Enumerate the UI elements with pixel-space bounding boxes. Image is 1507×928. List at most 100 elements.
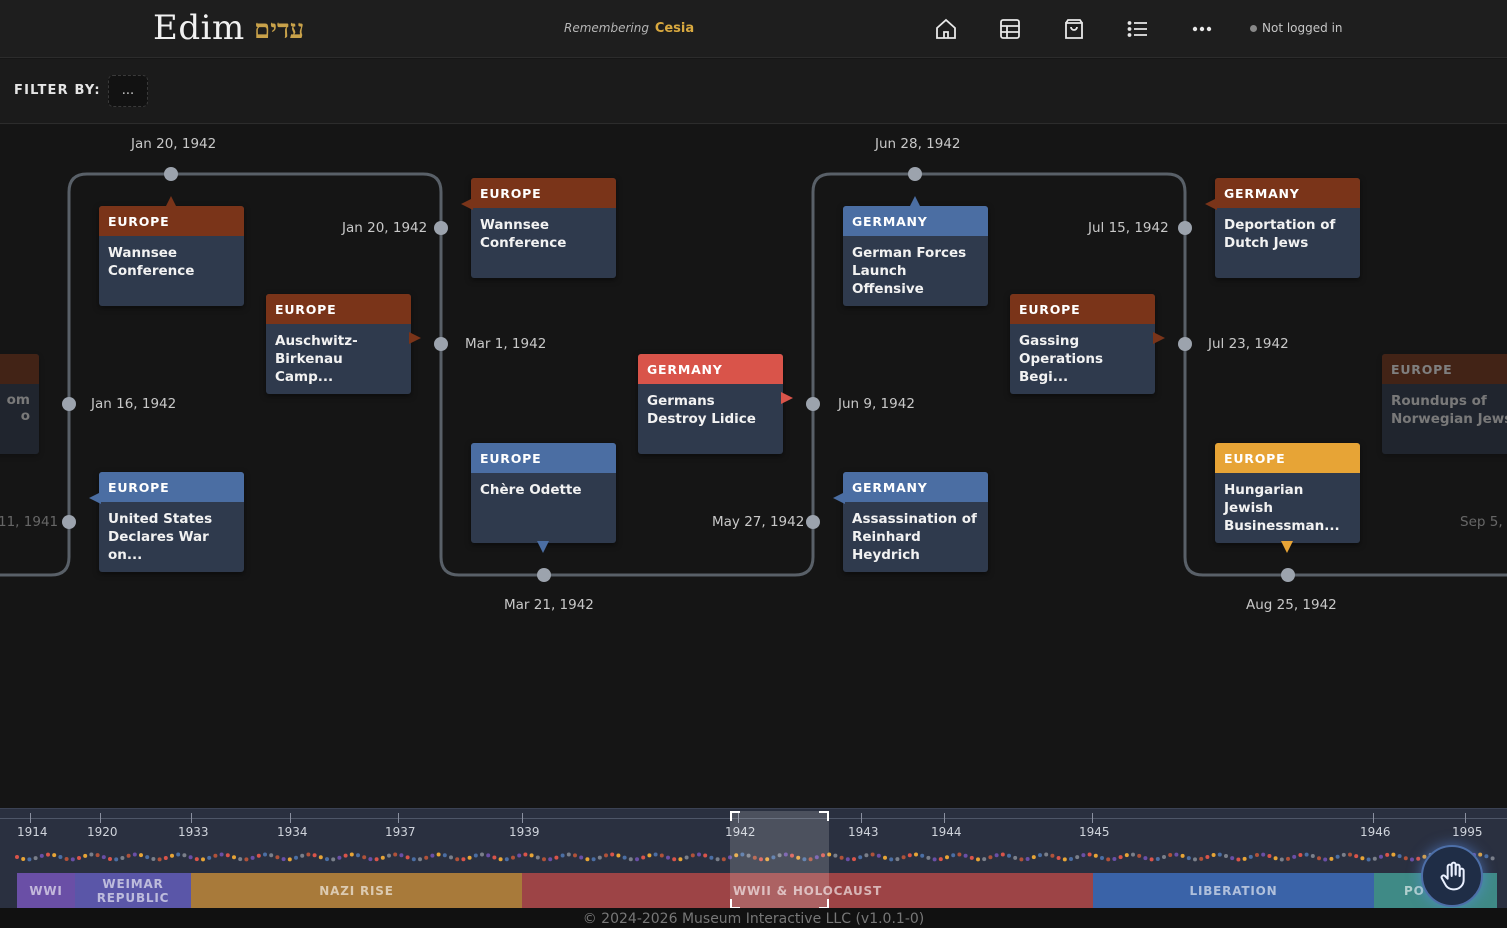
era-band[interactable]: LIBERATION <box>1093 873 1374 909</box>
hand-pointer-icon[interactable] <box>1421 845 1483 907</box>
event-dot <box>1193 857 1197 862</box>
event-title: Wannsee Conference <box>108 245 195 279</box>
remembering-name[interactable]: Cesia <box>655 21 694 36</box>
event-dot <box>845 857 850 862</box>
event-dot <box>194 857 199 862</box>
home-icon[interactable] <box>934 17 958 41</box>
event-title: Roundups of Norwegian Jews <box>1391 393 1507 427</box>
timeline-node[interactable] <box>1178 337 1192 351</box>
event-dot <box>653 852 658 857</box>
year-tick <box>1373 813 1374 823</box>
timeline-node[interactable] <box>62 397 76 411</box>
event-card[interactable]: GERMANY Germans Destroy Lidice <box>638 354 793 454</box>
event-dot <box>387 853 391 858</box>
event-card[interactable]: GERMANY Assassination of Reinhard Heydri… <box>833 472 988 572</box>
event-card[interactable]: GERMANY Deportation of Dutch Jews <box>1205 178 1360 278</box>
event-card[interactable]: EUROPE Roundups of Norwegian Jews <box>1382 354 1507 454</box>
event-dot <box>622 855 627 860</box>
event-dot <box>1124 853 1129 858</box>
event-card[interactable]: EUROPE United States Declares War on... <box>89 472 244 572</box>
event-dot <box>1248 854 1253 859</box>
event-dot <box>39 853 44 858</box>
event-card[interactable]: EUROPE Hungarian Jewish Businessman... <box>1215 443 1360 553</box>
shopping-bag-icon[interactable] <box>1062 17 1086 41</box>
event-card[interactable]: EUROPE Auschwitz-Birkenau Camp... <box>266 294 421 394</box>
event-card[interactable]: EUROPE Gassing Operations Begi... <box>1010 294 1165 394</box>
event-date: Mar 1, 1942 <box>465 336 547 352</box>
event-dot <box>938 857 943 862</box>
event-dot <box>591 857 596 862</box>
event-dot <box>58 855 63 859</box>
timeline-minimap[interactable]: 1914 1920 1933 1934 1937 1939 1942 1943 1944 1945… <box>0 808 1507 909</box>
timeline-stage[interactable]: Jan 20, 1942 Jan 20, 1942 Mar 1, 1942 Ja… <box>0 125 1507 808</box>
event-card[interactable]: om o <box>0 354 39 454</box>
brand-hebrew-logo: עדים <box>254 15 305 45</box>
timeline-node[interactable] <box>537 568 551 582</box>
event-dot <box>1205 855 1210 859</box>
event-category: EUROPE <box>1215 443 1360 473</box>
event-card[interactable]: EUROPE Wannsee Conference <box>99 196 244 306</box>
timeline-node[interactable] <box>806 515 820 529</box>
catalog-icon[interactable] <box>998 17 1022 41</box>
event-category: GERMANY <box>638 354 783 384</box>
event-dot <box>1372 856 1377 861</box>
event-dot <box>442 853 447 858</box>
timeline-node[interactable] <box>62 515 76 529</box>
timeline-node[interactable] <box>806 397 820 411</box>
event-dot <box>263 852 267 857</box>
event-dot <box>1341 852 1346 857</box>
more-icon[interactable] <box>1190 17 1214 41</box>
event-dot <box>411 857 416 862</box>
year-tick <box>191 813 192 823</box>
event-dot <box>213 853 218 858</box>
timeline-node[interactable] <box>1281 568 1295 582</box>
viewport-window[interactable] <box>730 811 829 909</box>
event-date: Sep 5, <box>1460 514 1503 530</box>
login-status[interactable]: Not logged in <box>1250 21 1343 35</box>
brand-logo[interactable]: Edim <box>153 8 245 48</box>
timeline-node[interactable] <box>164 167 178 181</box>
event-dot <box>108 857 112 861</box>
event-dot <box>176 852 181 857</box>
year-tick <box>30 813 31 823</box>
event-card[interactable]: EUROPE Chère Odette <box>471 443 616 553</box>
event-dot <box>1174 852 1179 857</box>
event-dot <box>839 855 844 860</box>
event-dot <box>870 852 875 857</box>
event-dot <box>188 855 193 860</box>
event-dot <box>1143 856 1148 861</box>
event-dot <box>852 857 856 862</box>
timeline-node[interactable] <box>434 221 448 235</box>
event-dot <box>1186 856 1191 861</box>
event-dot <box>1416 856 1421 861</box>
filter-button[interactable]: ... <box>108 75 148 107</box>
timeline-node[interactable] <box>434 337 448 351</box>
event-dot <box>907 853 912 858</box>
event-dot <box>715 857 720 862</box>
era-band[interactable]: WWI <box>17 873 75 909</box>
event-date: 11, 1941 <box>0 514 59 530</box>
event-dot <box>1149 857 1154 862</box>
timeline-node[interactable] <box>908 167 922 181</box>
event-card[interactable]: GERMANY German Forces Launch Offensive <box>843 196 988 306</box>
event-dot <box>1007 853 1011 858</box>
event-card[interactable]: EUROPE Wannsee Conference <box>461 178 616 278</box>
timeline-node[interactable] <box>1178 221 1192 235</box>
event-category: GERMANY <box>843 472 988 502</box>
event-dot <box>374 857 379 862</box>
event-title: Gassing Operations Begi... <box>1019 333 1104 385</box>
era-band[interactable]: NAZI RISE <box>191 873 522 909</box>
event-dot <box>1317 856 1321 861</box>
event-dot <box>535 855 540 860</box>
event-dot <box>641 855 646 860</box>
event-dot <box>579 855 584 860</box>
event-title: Assassination of Reinhard Heydrich <box>852 511 977 563</box>
era-band[interactable]: WEIMAR REPUBLIC <box>75 873 191 909</box>
event-dot <box>901 855 906 860</box>
event-dot <box>864 853 869 858</box>
event-dot <box>1211 853 1216 857</box>
event-dot <box>1199 856 1204 861</box>
event-dot <box>1273 856 1278 861</box>
list-icon[interactable] <box>1126 17 1150 41</box>
year-label: 1943 <box>848 825 879 839</box>
